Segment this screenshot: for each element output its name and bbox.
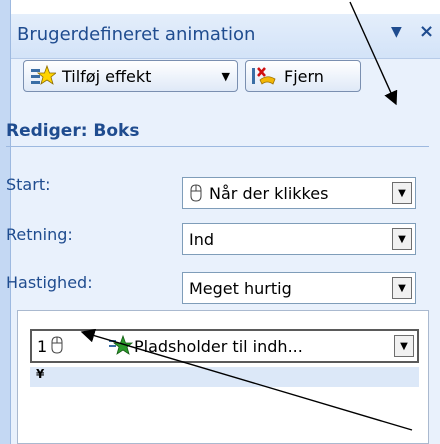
mouse-icon <box>51 336 63 354</box>
add-effect-button[interactable]: Tilføj effekt ▼ <box>23 60 238 92</box>
left-edge-stripe <box>0 0 11 444</box>
start-select[interactable]: Når der klikkes ▼ <box>182 177 416 209</box>
speed-value: Meget hurtig <box>189 279 292 298</box>
direction-select[interactable]: Ind ▼ <box>182 223 416 255</box>
pane-close-icon[interactable]: × <box>419 21 434 42</box>
star-icon <box>109 335 133 355</box>
chevron-down-icon: ▼ <box>221 69 230 83</box>
animation-list-item[interactable]: 1 Pladsholder til indh... ▼ <box>30 329 419 363</box>
item-name: Pladsholder til indh... <box>134 337 303 356</box>
remove-effect-icon <box>252 67 276 85</box>
expand-chevron-icon[interactable]: ¥ <box>30 367 419 387</box>
chevron-down-icon[interactable]: ▼ <box>392 182 412 204</box>
chevron-down-icon[interactable]: ▼ <box>392 228 412 250</box>
chevron-down-icon[interactable]: ▼ <box>392 277 412 299</box>
remove-button[interactable]: Fjern <box>245 60 361 92</box>
edit-heading: Rediger: Boks <box>6 121 140 141</box>
star-icon <box>31 64 56 85</box>
pane-title-bar: Brugerdefineret animation ▼ × <box>11 14 440 59</box>
pane-title: Brugerdefineret animation <box>17 24 256 45</box>
speed-select[interactable]: Meget hurtig ▼ <box>182 272 416 304</box>
direction-label: Retning: <box>6 225 73 244</box>
add-effect-label: Tilføj effekt <box>62 66 152 86</box>
chevron-down-icon[interactable]: ▼ <box>394 335 414 357</box>
remove-label: Fjern <box>284 66 324 86</box>
start-value: Når der klikkes <box>209 184 329 203</box>
section-divider <box>6 146 429 147</box>
animation-list[interactable]: 1 Pladsholder til indh... ▼ ¥ <box>17 310 429 444</box>
item-number: 1 <box>37 337 48 356</box>
pane-options-dropdown-icon[interactable]: ▼ <box>391 24 402 40</box>
mouse-icon <box>190 184 202 202</box>
start-label: Start: <box>6 175 51 194</box>
speed-label: Hastighed: <box>6 273 93 292</box>
direction-value: Ind <box>189 230 215 249</box>
